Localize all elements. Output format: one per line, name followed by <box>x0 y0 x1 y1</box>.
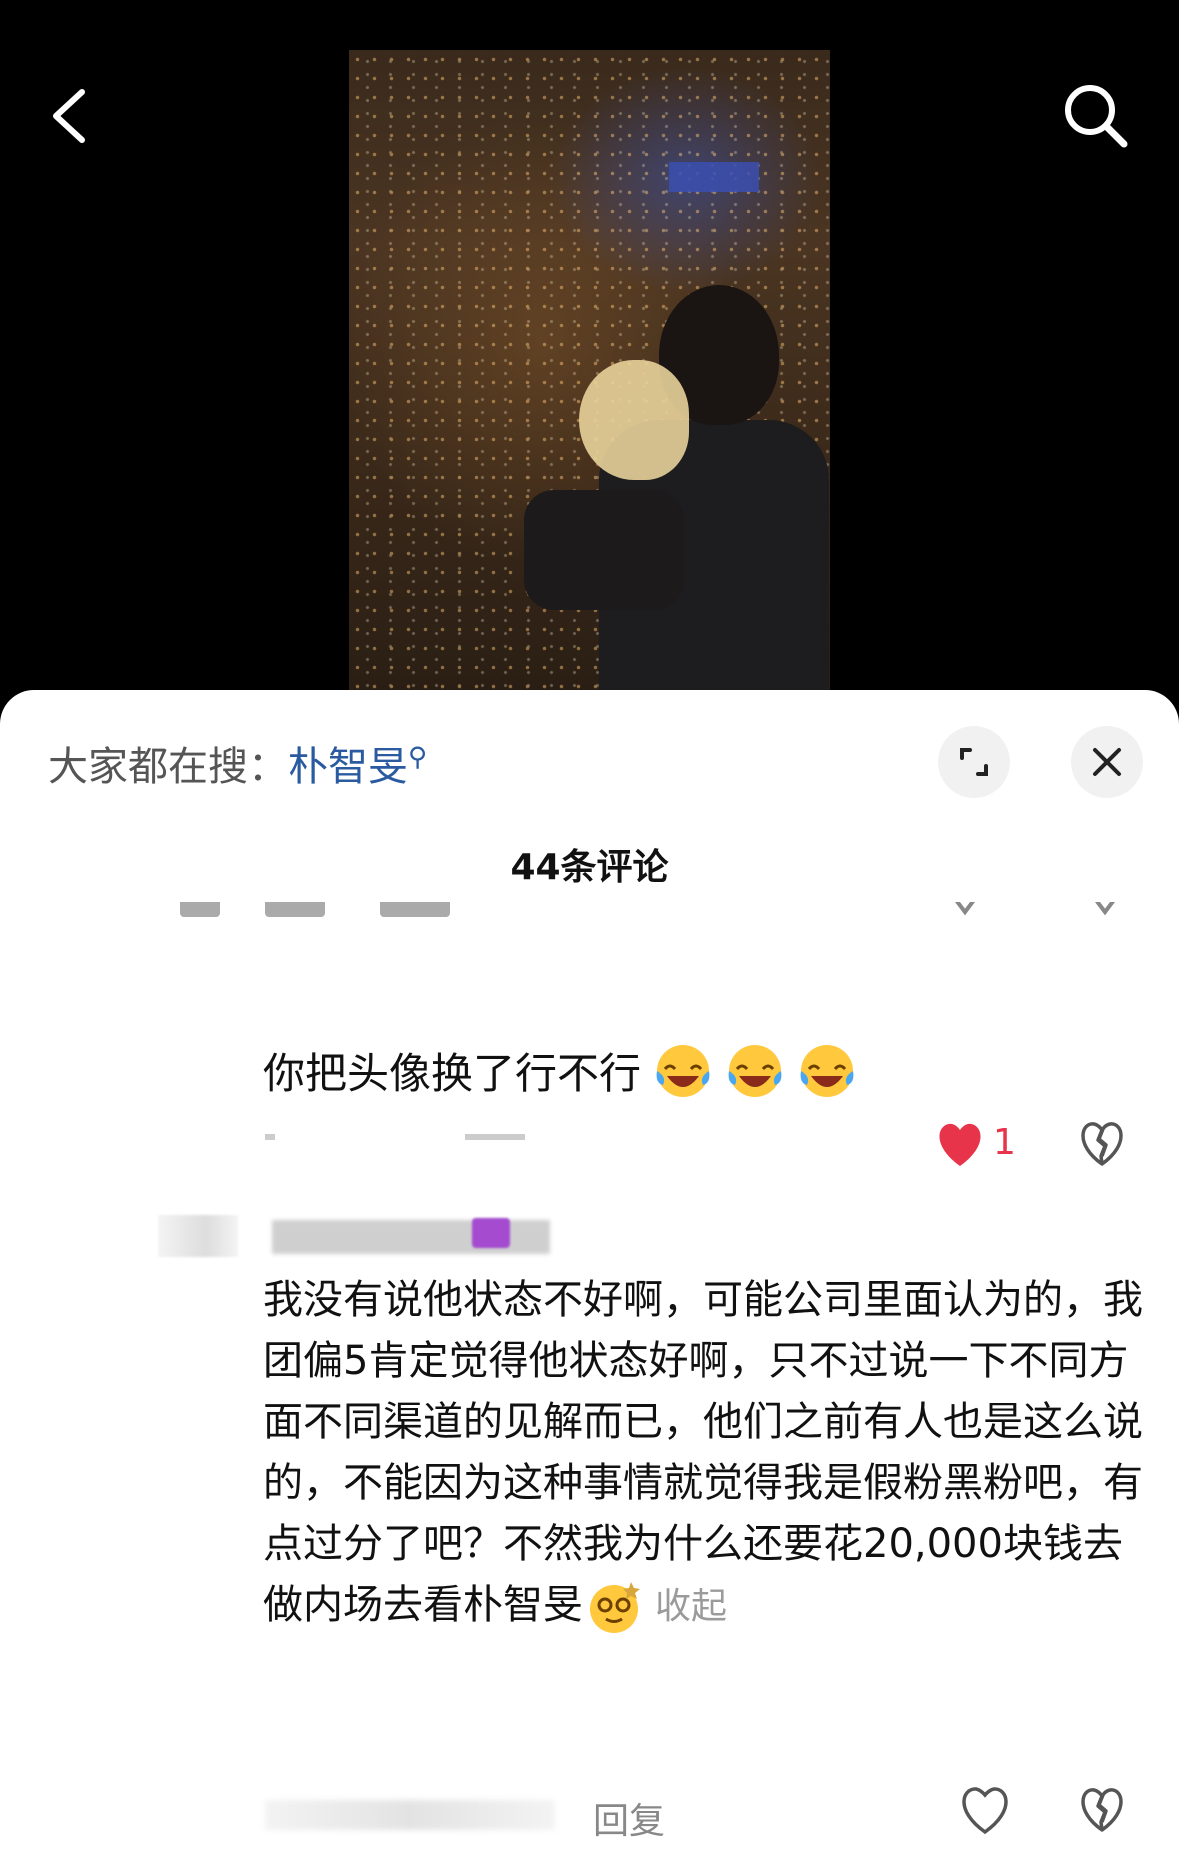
video-player[interactable] <box>0 0 1179 700</box>
close-button[interactable] <box>1071 726 1143 798</box>
dislike-button[interactable] <box>1078 1120 1126 1168</box>
reply-button[interactable]: 回复 <box>593 1792 665 1844</box>
mini-search-icon: ⚲ <box>408 742 428 773</box>
comment-meta-redacted <box>265 1800 555 1830</box>
collapse-link[interactable]: 收起 <box>655 1586 727 1627</box>
expand-button[interactable] <box>938 726 1010 798</box>
performer-hair <box>579 360 689 480</box>
arena-screen <box>669 162 759 192</box>
reply-comment[interactable]: 你把头像换了行不行 <box>263 1040 857 1101</box>
scrolled-out-comment-actions <box>930 902 1130 918</box>
expand-icon <box>960 748 988 776</box>
comments-sheet: 大家都在搜：朴智旻⚲ 44条评论 你把头像换了行不行 1 我没有说他状态不好啊，… <box>0 690 1179 1869</box>
comment-count-title: 44条评论 <box>510 847 669 888</box>
laughing-crying-emoji <box>800 1044 854 1097</box>
chevron-left-icon <box>53 89 85 143</box>
like-count: 1 <box>993 1122 1016 1163</box>
concert-video-frame[interactable] <box>349 50 830 695</box>
broken-heart-icon <box>1081 1788 1123 1832</box>
back-button[interactable] <box>50 88 90 144</box>
comment-text-block[interactable]: 我没有说他状态不好啊，可能公司里面认为的，我团偏5肯定觉得他状态好啊，只不过说一… <box>263 1270 1143 1637</box>
close-icon <box>1093 748 1121 776</box>
broken-heart-icon <box>1081 1122 1123 1166</box>
heart-filled-icon <box>939 1123 981 1166</box>
heart-outline-icon <box>962 1787 1008 1835</box>
laughing-crying-emoji <box>728 1044 782 1097</box>
reply-meta-cropped <box>265 1134 605 1146</box>
user-badge <box>472 1218 510 1248</box>
scrolled-out-comment-meta <box>180 902 510 918</box>
like-button[interactable] <box>935 1122 985 1168</box>
trending-search-term[interactable]: 朴智旻 <box>288 744 408 790</box>
laughing-crying-emoji <box>656 1044 710 1097</box>
trending-search-prefix: 大家都在搜： <box>48 744 288 790</box>
like-button[interactable] <box>958 1786 1012 1836</box>
comment-text: 我没有说他状态不好啊，可能公司里面认为的，我团偏5肯定觉得他状态好啊，只不过说一… <box>263 1277 1143 1628</box>
search-icon <box>1065 85 1128 148</box>
dislike-button[interactable] <box>1078 1786 1126 1834</box>
reply-comment-text: 你把头像换了行不行 <box>263 1049 642 1098</box>
dizzy-face-emoji <box>590 1582 640 1633</box>
performer-body <box>524 490 684 610</box>
search-button[interactable] <box>1060 80 1130 150</box>
trending-search[interactable]: 大家都在搜：朴智旻⚲ <box>48 734 427 792</box>
avatar[interactable] <box>158 1215 238 1257</box>
